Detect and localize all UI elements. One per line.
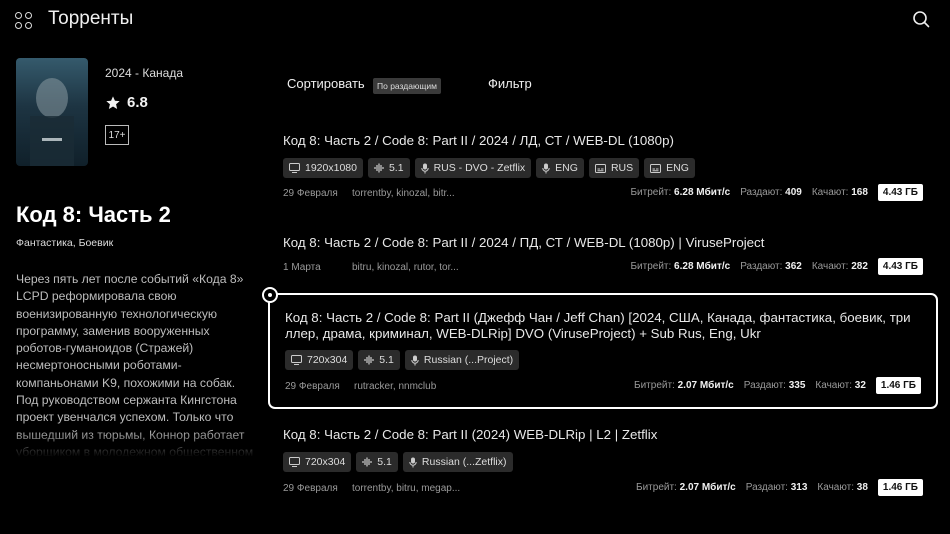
torrent-stats: Битрейт: 2.07 Мбит/с Раздают: 335 Качают… bbox=[634, 377, 921, 394]
torrent-trackers: rutracker, nnmclub bbox=[354, 381, 437, 392]
torrent-title: Код 8: Часть 2 / Code 8: Part II (2024) … bbox=[283, 427, 658, 442]
torrent-item[interactable]: Код 8: Часть 2 / Code 8: Part II / 2024 … bbox=[268, 125, 938, 209]
page-title: Торренты bbox=[48, 8, 134, 29]
size-badge: 4.43 ГБ bbox=[877, 184, 923, 201]
focus-indicator-icon bbox=[262, 287, 278, 303]
monitor-icon bbox=[289, 457, 300, 467]
resolution-chip: 720x304 bbox=[283, 452, 352, 472]
torrent-date: 29 Февраля bbox=[283, 188, 338, 199]
movie-description: Через пять лет после событий «Кода 8» LC… bbox=[16, 272, 254, 457]
torrent-title: Код 8: Часть 2 / Code 8: Part II / 2024 … bbox=[283, 133, 674, 148]
microphone-icon bbox=[542, 163, 550, 173]
star-icon bbox=[106, 95, 120, 109]
torrent-stats: Битрейт: 6.28 Мбит/с Раздают: 409 Качают… bbox=[630, 184, 923, 201]
age-rating-badge: 17+ bbox=[105, 125, 129, 145]
torrent-date: 29 Февраля bbox=[285, 381, 340, 392]
torrent-trackers: torrentby, kinozal, bitr... bbox=[352, 188, 455, 199]
filter-button[interactable]: Фильтр bbox=[488, 76, 532, 91]
subtitles-icon bbox=[594, 163, 606, 173]
torrent-stats: Битрейт: 2.07 Мбит/с Раздают: 313 Качают… bbox=[636, 479, 923, 496]
audio-track-chip: ENG bbox=[536, 158, 584, 178]
sort-button[interactable]: Сортировать bbox=[287, 76, 365, 91]
microphone-icon bbox=[411, 355, 419, 365]
torrent-trackers: bitru, kinozal, rutor, tor... bbox=[352, 262, 459, 273]
audio-wave-icon bbox=[364, 355, 374, 365]
audio-channels-chip: 5.1 bbox=[358, 350, 400, 370]
movie-poster bbox=[16, 58, 88, 166]
subtitle-chip: RUS bbox=[588, 158, 640, 178]
torrent-date: 29 Февраля bbox=[283, 483, 338, 494]
search-icon[interactable] bbox=[912, 10, 930, 28]
movie-title: Код 8: Часть 2 bbox=[16, 202, 171, 227]
audio-track-chip: Russian (...Zetflix) bbox=[402, 452, 513, 472]
size-badge: 4.43 ГБ bbox=[877, 258, 923, 275]
grid-icon[interactable] bbox=[15, 12, 32, 29]
audio-channels-chip: 5.1 bbox=[356, 452, 398, 472]
year-country: 2024 - Канада bbox=[105, 66, 183, 80]
size-badge: 1.46 ГБ bbox=[875, 377, 921, 394]
size-badge: 1.46 ГБ bbox=[877, 479, 923, 496]
torrent-chips: 720x304 5.1 Russian (...Project) bbox=[285, 350, 520, 370]
torrent-title-line2: ллер, драма, криминал, WEB-DLRip] DVO (V… bbox=[285, 326, 761, 341]
audio-wave-icon bbox=[374, 163, 384, 173]
torrent-trackers: torrentby, bitru, megap... bbox=[352, 483, 461, 494]
resolution-chip: 1920x1080 bbox=[283, 158, 363, 178]
microphone-icon bbox=[409, 457, 417, 467]
torrent-title: Код 8: Часть 2 / Code 8: Part II / 2024 … bbox=[283, 235, 765, 250]
torrent-date: 1 Марта bbox=[283, 262, 321, 273]
monitor-icon bbox=[289, 163, 300, 173]
rating-value: 6.8 bbox=[127, 94, 148, 111]
movie-genres: Фантастика, Боевик bbox=[16, 237, 114, 249]
torrent-title-line1: Код 8: Часть 2 / Code 8: Part II (Джефф … bbox=[285, 310, 911, 325]
torrent-chips: 720x304 5.1 Russian (...Zetflix) bbox=[283, 452, 513, 472]
sort-value-badge: По раздающим bbox=[373, 78, 441, 94]
torrent-item[interactable]: Код 8: Часть 2 / Code 8: Part II / 2024 … bbox=[268, 227, 938, 287]
torrent-item-selected[interactable]: Код 8: Часть 2 / Code 8: Part II (Джефф … bbox=[262, 287, 938, 409]
torrent-chips: 1920x1080 5.1 RUS - DVO - Zetflix ENG RU… bbox=[283, 158, 695, 178]
torrent-stats: Битрейт: 6.28 Мбит/с Раздают: 362 Качают… bbox=[630, 258, 923, 275]
torrent-item[interactable]: Код 8: Часть 2 / Code 8: Part II (2024) … bbox=[268, 419, 938, 503]
subtitle-chip: ENG bbox=[644, 158, 695, 178]
resolution-chip: 720x304 bbox=[285, 350, 354, 370]
monitor-icon bbox=[291, 355, 302, 365]
audio-wave-icon bbox=[362, 457, 372, 467]
audio-track-chip: Russian (...Project) bbox=[404, 350, 520, 370]
microphone-icon bbox=[420, 163, 429, 173]
subtitles-icon bbox=[650, 163, 662, 173]
rating: 6.8 bbox=[105, 94, 148, 111]
audio-track-chip: RUS - DVO - Zetflix bbox=[414, 158, 532, 178]
audio-channels-chip: 5.1 bbox=[367, 158, 410, 178]
